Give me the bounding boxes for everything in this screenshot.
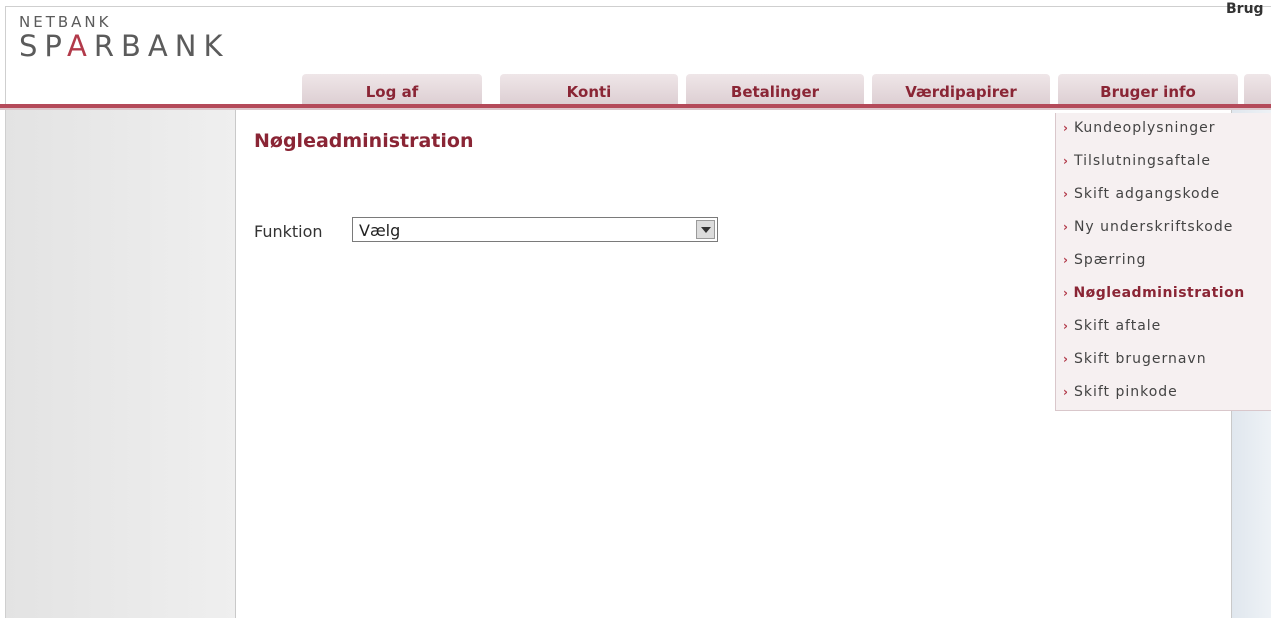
submenu-item-label: Nøgleadministration (1073, 285, 1245, 301)
frame-top-border (5, 6, 1271, 7)
submenu-item-tilslutningsaftale[interactable]: › Tilslutningsaftale (1063, 153, 1211, 177)
submenu-item-noegleadministration[interactable]: › Nøgleadministration (1063, 285, 1245, 309)
arrow-right-icon: › (1063, 253, 1069, 267)
submenu-item-kundeoplysninger[interactable]: › Kundeoplysninger (1063, 120, 1216, 144)
tab-log-af[interactable]: Log af (302, 74, 482, 104)
function-label: Funktion (254, 222, 323, 241)
submenu-item-label: Skift brugernavn (1073, 351, 1207, 367)
tab-bruger-info[interactable]: Bruger info (1058, 74, 1238, 104)
arrow-right-icon: › (1063, 385, 1069, 399)
tab-konti[interactable]: Konti (500, 74, 678, 104)
submenu-item-skift-adgangskode[interactable]: › Skift adgangskode (1063, 186, 1220, 210)
tab-vaerdipapirer[interactable]: Værdipapirer (872, 74, 1050, 104)
submenu-item-skift-pinkode[interactable]: › Skift pinkode (1063, 384, 1178, 408)
left-sidebar (6, 110, 236, 618)
logo-sparbank-text: SPARBANK (19, 31, 229, 61)
submenu-item-spaerring[interactable]: › Spærring (1063, 252, 1146, 276)
arrow-right-icon: › (1063, 319, 1069, 333)
arrow-right-icon: › (1063, 220, 1069, 234)
arrow-right-icon: › (1063, 121, 1069, 135)
submenu-item-label: Tilslutningsaftale (1073, 153, 1212, 169)
tab-partial[interactable] (1244, 74, 1271, 104)
function-select[interactable]: Vælg (352, 217, 718, 242)
logo-part-a: A (67, 29, 94, 63)
tab-betalinger[interactable]: Betalinger (686, 74, 864, 104)
arrow-right-icon: › (1063, 154, 1069, 168)
submenu-item-label: Skift adgangskode (1073, 186, 1221, 202)
submenu-item-label: Ny underskriftskode (1073, 219, 1234, 235)
arrow-right-icon: › (1063, 187, 1069, 201)
user-label: Brug (1226, 1, 1264, 17)
bruger-info-submenu: › Kundeoplysninger › Tilslutningsaftale › S… (1055, 113, 1271, 411)
submenu-item-label: Skift aftale (1073, 318, 1162, 334)
sparbank-logo: NETBANK SPARBANK (19, 14, 229, 61)
logo-netbank-text: NETBANK (19, 13, 112, 31)
submenu-item-skift-aftale[interactable]: › Skift aftale (1063, 318, 1161, 342)
submenu-item-label: Kundeoplysninger (1073, 120, 1216, 136)
submenu-item-skift-brugernavn[interactable]: › Skift brugernavn (1063, 351, 1207, 375)
main-navigation: Log af Konti Betalinger Værdipapirer Bru… (0, 74, 1271, 104)
submenu-item-ny-underskriftskode[interactable]: › Ny underskriftskode (1063, 219, 1233, 243)
arrow-right-icon: › (1063, 352, 1069, 366)
chevron-down-icon[interactable] (696, 220, 715, 239)
arrow-right-icon: › (1063, 286, 1069, 300)
logo-part-sp: SP (19, 29, 68, 63)
logo-part-rbank: RBANK (93, 29, 230, 63)
submenu-item-label: Skift pinkode (1073, 384, 1178, 400)
page-title: Nøgleadministration (254, 130, 474, 152)
function-select-value: Vælg (359, 221, 401, 240)
submenu-item-label: Spærring (1073, 252, 1147, 268)
